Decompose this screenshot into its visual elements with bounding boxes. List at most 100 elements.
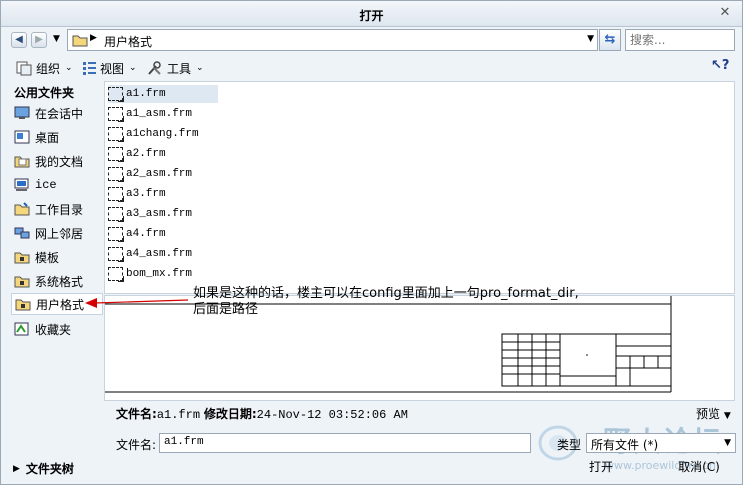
tools-label: 工具 bbox=[167, 61, 192, 76]
info-date-label: 修改日期: bbox=[203, 407, 257, 421]
title-bar: 打开 ✕ bbox=[1, 1, 742, 27]
folder-icon bbox=[15, 299, 31, 311]
sidebar-item-system-formats[interactable]: 系统格式 bbox=[11, 270, 103, 292]
type-label: 类型 bbox=[557, 438, 582, 452]
file-name: a2.frm bbox=[126, 148, 166, 160]
file-item[interactable]: a1chang.frm bbox=[108, 125, 218, 143]
file-item[interactable]: a3.frm bbox=[108, 185, 218, 203]
file-name: a3.frm bbox=[126, 188, 166, 200]
frm-file-icon bbox=[108, 167, 124, 182]
organize-icon bbox=[16, 61, 32, 76]
file-item[interactable]: bom_mx.frm bbox=[108, 265, 218, 283]
file-item[interactable]: a4.frm bbox=[108, 225, 218, 243]
sidebar-item-label: 网上邻居 bbox=[35, 226, 84, 241]
chevron-down-icon: ⌄ bbox=[129, 63, 137, 73]
sidebar-item-label: 工作目录 bbox=[35, 202, 84, 217]
frm-file-icon bbox=[108, 187, 124, 202]
file-item[interactable]: a3_asm.frm bbox=[108, 205, 218, 223]
folder-icon bbox=[72, 35, 88, 47]
sidebar-item-desktop[interactable]: 桌面 bbox=[11, 126, 103, 148]
search-input[interactable] bbox=[625, 29, 735, 51]
open-button[interactable]: 打开 bbox=[561, 458, 641, 478]
filename-label: 文件名: bbox=[116, 438, 157, 452]
sidebar-item-label: 模板 bbox=[35, 250, 60, 265]
documents-folder-icon bbox=[14, 156, 30, 168]
file-name: bom_mx.frm bbox=[126, 268, 193, 280]
frm-file-icon bbox=[108, 267, 124, 282]
sidebar-item-label: 桌面 bbox=[35, 130, 60, 145]
info-filename-value: a1.frm bbox=[156, 408, 201, 422]
monitor-icon bbox=[14, 106, 30, 119]
file-item[interactable]: a4_asm.frm bbox=[108, 245, 218, 263]
file-name: a2_asm.frm bbox=[126, 168, 193, 180]
close-icon[interactable]: ✕ bbox=[718, 6, 732, 20]
sidebar-item-label: 收藏夹 bbox=[35, 322, 72, 337]
folder-tree-toggle[interactable]: ▶ 文件夹树 bbox=[13, 460, 74, 477]
organize-menu[interactable]: 组织 ⌄ bbox=[15, 59, 73, 77]
type-value: 所有文件 (*) bbox=[591, 438, 659, 452]
frm-file-icon bbox=[108, 87, 124, 102]
back-button[interactable]: ◀ bbox=[11, 32, 27, 48]
address-dropdown-icon[interactable]: ▼ bbox=[587, 34, 594, 44]
view-label: 视图 bbox=[100, 61, 125, 76]
file-name: a1.frm bbox=[126, 88, 166, 100]
tools-icon bbox=[148, 61, 161, 75]
sidebar-item-label: 用户格式 bbox=[36, 297, 85, 312]
file-item[interactable]: a1_asm.frm bbox=[108, 105, 218, 123]
file-name: a1chang.frm bbox=[126, 128, 199, 140]
sidebar-item-label: ice bbox=[35, 178, 57, 192]
file-name: a3_asm.frm bbox=[126, 208, 193, 220]
cancel-button[interactable]: 取消(C) bbox=[659, 458, 739, 478]
info-filename-label: 文件名: bbox=[116, 407, 157, 421]
view-icon bbox=[83, 62, 96, 75]
file-item[interactable]: a2.frm bbox=[108, 145, 218, 163]
chevron-down-icon: ⌄ bbox=[196, 63, 204, 73]
open-dialog: 打开 ✕ ◀ ▶ ▼ ▶ 用户格式 ▼ ⇆ 组织 ⌄ 视图 ⌄ 工具 ⌄ ↖? 公用文… bbox=[0, 0, 743, 485]
type-select[interactable]: 所有文件 (*) ▼ bbox=[586, 433, 736, 453]
sidebar-item-favorites[interactable]: 收藏夹 bbox=[11, 318, 103, 340]
organize-label: 组织 bbox=[36, 61, 61, 76]
file-item[interactable]: a2_asm.frm bbox=[108, 165, 218, 183]
breadcrumb-arrow-icon: ▶ bbox=[90, 33, 97, 43]
frm-file-icon bbox=[108, 207, 124, 222]
help-icon[interactable]: ↖? bbox=[711, 58, 729, 73]
file-name: a1_asm.frm bbox=[126, 108, 193, 120]
sidebar-item-in-session[interactable]: 在会话中 bbox=[11, 102, 103, 124]
network-icon bbox=[14, 227, 30, 239]
frm-file-icon bbox=[108, 247, 124, 262]
favorites-icon bbox=[14, 322, 29, 336]
annotation-line-2: 后面是路径 bbox=[193, 302, 259, 317]
file-list: a1.frm a1_asm.frm a1chang.frm a2.frm a2_… bbox=[104, 81, 735, 294]
sidebar: 公用文件夹 在会话中 桌面 我的文档 ice 工作目录 网上邻居 模板 系统格式… bbox=[8, 81, 103, 451]
refresh-button[interactable]: ⇆ bbox=[599, 29, 621, 51]
filename-input[interactable]: a1.frm bbox=[159, 433, 531, 453]
forward-button[interactable]: ▶ bbox=[31, 32, 47, 48]
computer-icon bbox=[14, 178, 29, 191]
sidebar-item-ice[interactable]: ice bbox=[11, 174, 103, 196]
frm-file-icon bbox=[108, 227, 124, 242]
frm-file-icon bbox=[108, 147, 124, 162]
annotation-line-1: 如果是这种的话，楼主可以在config里面加上一句pro_format_dir, bbox=[193, 286, 579, 301]
sidebar-item-my-documents[interactable]: 我的文档 bbox=[11, 150, 103, 172]
annotation-text: 如果是这种的话，楼主可以在config里面加上一句pro_format_dir,… bbox=[193, 286, 683, 318]
history-chevron-down-icon[interactable]: ▼ bbox=[53, 34, 60, 44]
frm-file-icon bbox=[108, 127, 124, 142]
sidebar-item-label: 我的文档 bbox=[35, 154, 84, 169]
sidebar-item-label: 系统格式 bbox=[35, 274, 84, 289]
sidebar-item-templates[interactable]: 模板 bbox=[11, 246, 103, 268]
file-item[interactable]: a1.frm bbox=[108, 85, 218, 103]
tools-menu[interactable]: 工具 ⌄ bbox=[146, 59, 204, 77]
view-menu[interactable]: 视图 ⌄ bbox=[81, 59, 137, 77]
file-name: a4_asm.frm bbox=[126, 248, 193, 260]
sidebar-item-label: 在会话中 bbox=[35, 106, 84, 121]
working-folder-icon bbox=[14, 202, 30, 216]
sidebar-item-working-directory[interactable]: 工作目录 bbox=[11, 198, 103, 220]
dialog-title: 打开 bbox=[359, 9, 384, 23]
desktop-icon bbox=[14, 130, 30, 144]
folder-icon bbox=[14, 252, 30, 264]
folder-tree-label: 文件夹树 bbox=[25, 462, 74, 476]
sidebar-item-network[interactable]: 网上邻居 bbox=[11, 222, 103, 244]
annotation-arrow bbox=[85, 298, 189, 308]
sidebar-header: 公用文件夹 bbox=[14, 86, 75, 100]
address-bar[interactable]: ▶ 用户格式 ▼ bbox=[67, 29, 598, 51]
